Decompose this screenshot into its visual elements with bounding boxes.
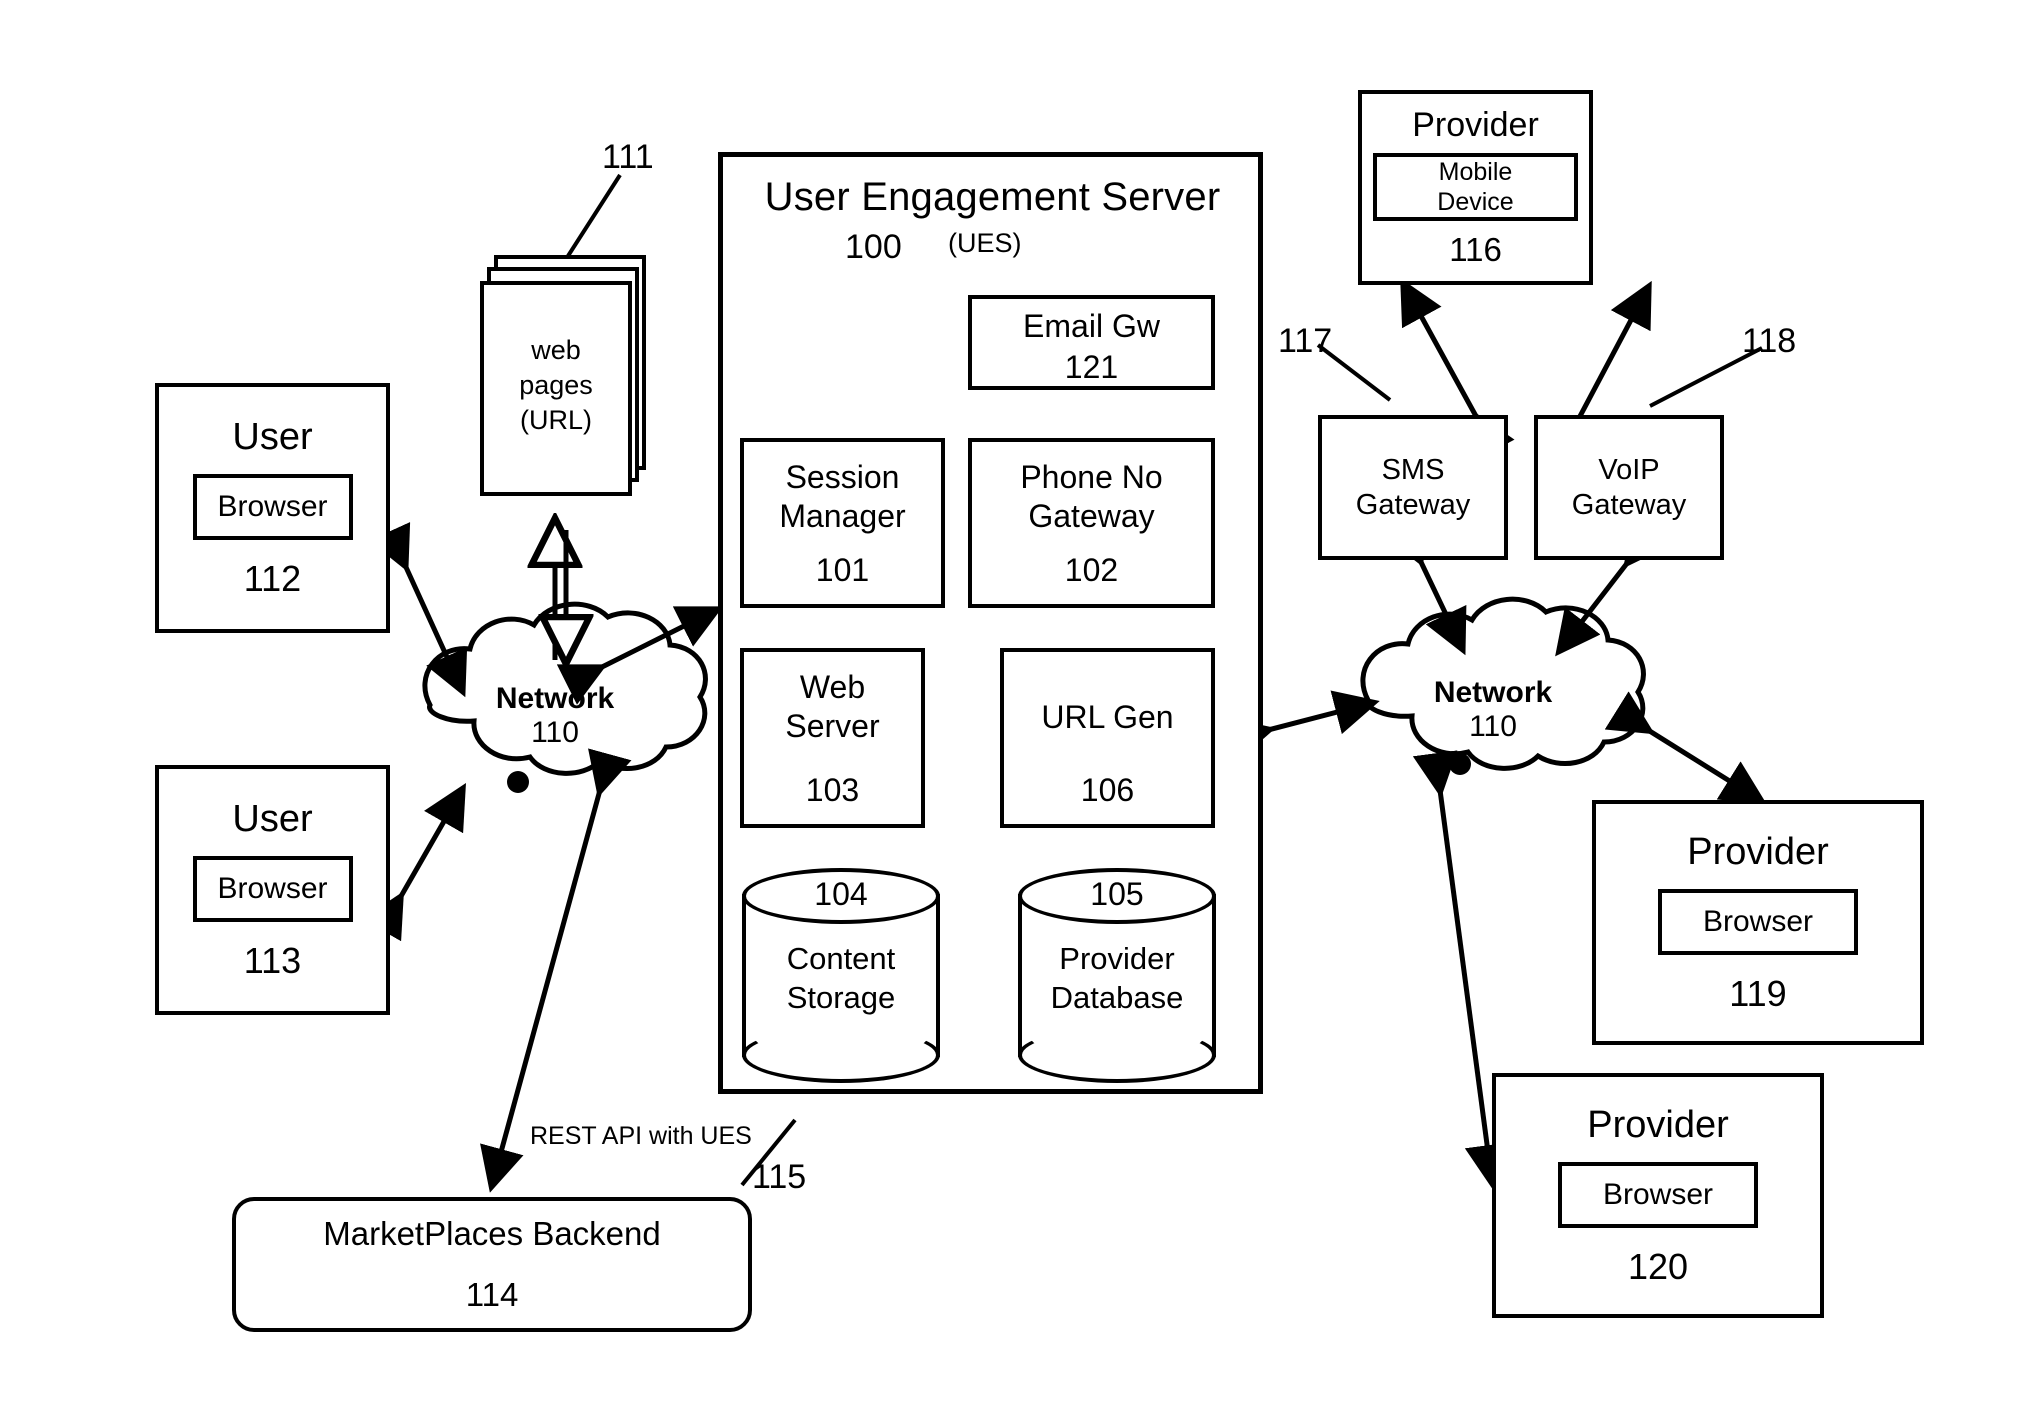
ref-number-118: 118 (1742, 322, 1797, 360)
provider-node-116[interactable]: Provider Mobile Device 116 (1358, 90, 1593, 285)
provider-title: Provider (1687, 830, 1829, 873)
arrow-network-provider119 (1604, 691, 1767, 805)
module-ref-number: 102 (1064, 551, 1119, 588)
datastore-ref-number: 105 (1090, 876, 1144, 912)
browser-box[interactable]: Browser (192, 856, 353, 923)
datastore-provider-database[interactable]: 105 Provider Database (1018, 868, 1216, 1083)
web-pages-stack[interactable]: web pages (URL) (480, 255, 655, 500)
browser-label: Browser (1602, 1177, 1714, 1211)
module-phone-no-gateway[interactable]: Phone No Gateway 102 (968, 438, 1215, 608)
user-node-113[interactable]: User Browser 113 (155, 765, 390, 1015)
mobile-device-line2: Device (1437, 188, 1514, 217)
user-ref-number: 112 (243, 558, 302, 600)
datastore-label-line2: Storage (786, 979, 896, 1015)
module-label: URL Gen (1041, 699, 1174, 735)
user-node-112[interactable]: User Browser 112 (155, 383, 390, 633)
ues-abbreviation: (UES) (948, 228, 1022, 258)
user-title: User (232, 798, 313, 841)
ues-title: User Engagement Server (764, 175, 1221, 219)
sms-gateway-line2: Gateway (1355, 488, 1471, 521)
module-ref-number: 106 (1080, 771, 1135, 808)
network-number: 110 (1469, 710, 1517, 743)
arrow-sms-network (1383, 516, 1467, 656)
datastore-ref-number: 104 (814, 876, 868, 912)
datastore-label-line1: Content (786, 941, 896, 976)
voip-gateway-line1: VoIP (1598, 454, 1660, 487)
web-pages-line1: web (531, 335, 581, 365)
marketplaces-title: MarketPlaces Backend (323, 1214, 661, 1252)
network-cloud-left[interactable]: Network 110 (415, 640, 695, 800)
provider-ref-number: 116 (1449, 231, 1502, 269)
provider-ref-number: 119 (1729, 972, 1787, 1014)
web-pages-label: web pages (URL) (480, 333, 632, 438)
marketplaces-ref-number: 114 (465, 1275, 519, 1313)
network-name: Network (1433, 676, 1553, 709)
diagram-canvas: User Browser 112 User Browser 113 web pa… (0, 0, 2024, 1422)
leader-111 (566, 173, 622, 258)
module-email-gateway[interactable]: Email Gw 121 (968, 295, 1215, 390)
module-ref-number: 121 (1064, 349, 1119, 386)
datastore-content-storage[interactable]: 104 Content Storage (742, 868, 940, 1083)
browser-box[interactable]: Browser (1558, 1161, 1758, 1228)
ref-number-117: 117 (1278, 322, 1333, 360)
voip-gateway-node[interactable]: VoIP Gateway (1534, 415, 1724, 560)
browser-label: Browser (217, 490, 328, 524)
network-number: 110 (531, 716, 579, 749)
mobile-device-box[interactable]: Mobile Device (1373, 153, 1578, 222)
browser-box[interactable]: Browser (1658, 888, 1858, 955)
voip-gateway-line2: Gateway (1571, 488, 1687, 521)
module-label-line1: Web (799, 669, 866, 705)
module-label-line2: Manager (779, 498, 906, 535)
module-url-gen[interactable]: URL Gen 106 (1000, 648, 1215, 828)
module-label-line1: Session (785, 459, 900, 495)
mobile-device-line1: Mobile (1438, 158, 1513, 187)
browser-label: Browser (1702, 904, 1814, 938)
arrow-sms-mobile (1400, 277, 1515, 462)
browser-label: Browser (217, 872, 328, 906)
arrow-user113-network (362, 783, 466, 942)
sms-gateway-line1: SMS (1381, 454, 1445, 487)
datastore-label-line1: Provider (1059, 941, 1175, 976)
provider-node-120[interactable]: Provider Browser 120 (1492, 1073, 1824, 1318)
ref-number-115: 115 (752, 1158, 807, 1196)
provider-ref-number: 120 (1627, 1245, 1689, 1287)
module-label: Email Gw (1023, 308, 1160, 344)
datastore-label: Provider Database (1018, 940, 1216, 1018)
ues-ref-number: 100 (845, 228, 902, 266)
cylinder-bottom-ellipse (1018, 1027, 1216, 1083)
browser-box[interactable]: Browser (192, 474, 353, 541)
arrow-network-provider120 (1412, 750, 1510, 1190)
rest-api-label: REST API with UES (530, 1122, 752, 1150)
web-pages-line3: (URL) (520, 405, 592, 436)
cylinder-bottom-ellipse (742, 1027, 940, 1083)
sms-gateway-node[interactable]: SMS Gateway (1318, 415, 1508, 560)
marketplaces-backend-node[interactable]: MarketPlaces Backend 114 (232, 1197, 752, 1332)
provider-node-119[interactable]: Provider Browser 119 (1592, 800, 1924, 1045)
module-ref-number: 103 (805, 771, 860, 808)
arrow-voip-mobile (1540, 280, 1652, 464)
datastore-label: Content Storage (742, 940, 940, 1018)
user-ref-number: 113 (243, 940, 302, 982)
module-web-server[interactable]: Web Server 103 (740, 648, 925, 828)
module-label-line2: Server (785, 708, 880, 745)
provider-title: Provider (1587, 1103, 1729, 1146)
network-name: Network (495, 682, 615, 715)
ref-number-111: 111 (602, 138, 654, 176)
module-ref-number: 101 (815, 551, 870, 588)
web-pages-line2: pages (519, 370, 593, 401)
module-label-line1: Phone No (1020, 459, 1163, 495)
network-cloud-left-label: Network 110 (415, 682, 695, 750)
datastore-label-line2: Database (1050, 979, 1184, 1015)
provider-title: Provider (1412, 105, 1539, 144)
network-cloud-right[interactable]: Network 110 (1353, 636, 1633, 796)
module-session-manager[interactable]: Session Manager 101 (740, 438, 945, 608)
module-label-line2: Gateway (1028, 498, 1155, 535)
network-cloud-right-label: Network 110 (1353, 676, 1633, 744)
user-title: User (232, 416, 313, 459)
